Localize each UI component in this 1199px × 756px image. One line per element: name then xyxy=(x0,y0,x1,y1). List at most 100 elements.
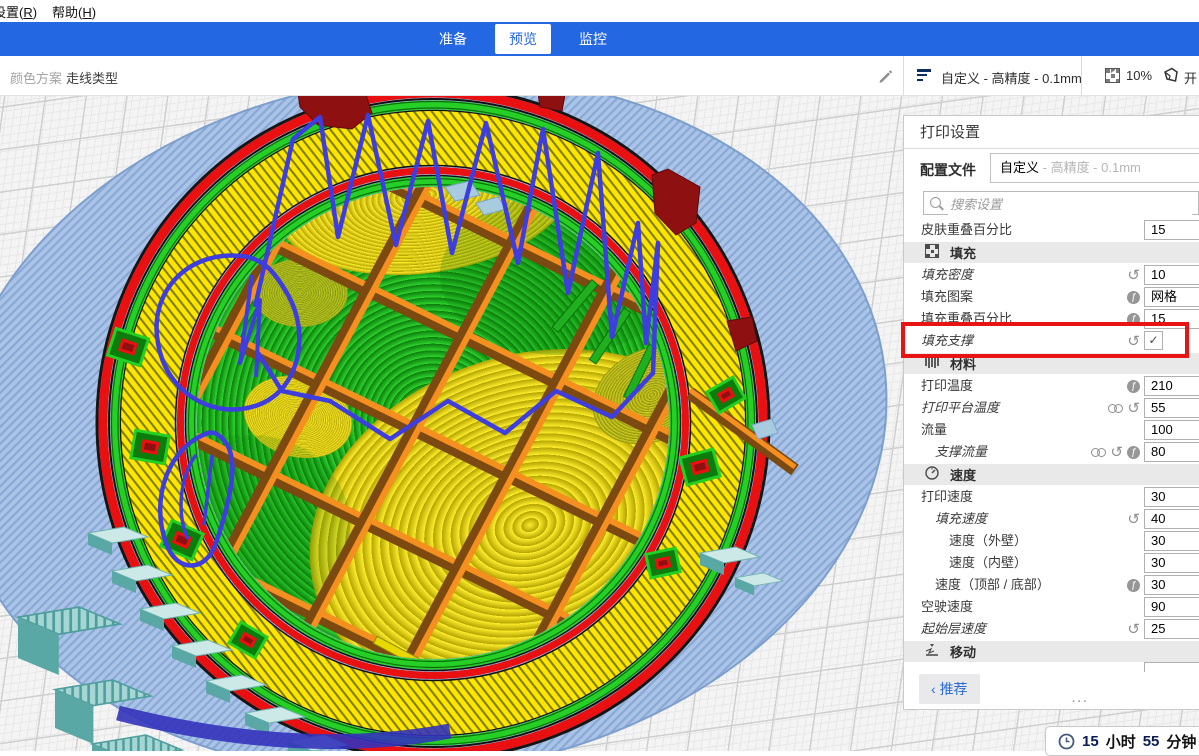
menu-settings[interactable]: 设置(R) xyxy=(0,2,37,21)
setting-value-dropdown[interactable]: 网格 xyxy=(1144,287,1199,307)
tab-preview[interactable]: 预览 xyxy=(495,24,551,54)
search-box[interactable] xyxy=(923,191,1199,215)
setting-label: 速度（内壁） xyxy=(949,552,1027,574)
setting-value[interactable]: 25 xyxy=(1144,619,1199,639)
partial-setting-box xyxy=(1144,662,1199,672)
reset-icon[interactable]: ↺ xyxy=(1127,401,1140,416)
profile-dropdown[interactable]: 自定义 - 高精度 - 0.1mm xyxy=(990,153,1199,183)
panel-title: 打印设置 xyxy=(904,116,1199,149)
chevron-left-icon: ‹ xyxy=(931,681,936,697)
recommended-mode-button[interactable]: ‹ 推荐 xyxy=(919,674,980,704)
infill-percent-value[interactable]: 10% xyxy=(1126,68,1152,83)
infill-density-icon xyxy=(1105,68,1120,88)
print-settings-panel: 打印设置 配置文件 自定义 - 高精度 - 0.1mm 皮肤重叠百分比 15 填… xyxy=(903,115,1199,710)
travel-icon xyxy=(925,643,939,660)
setting-row-topbottom-speed[interactable]: 速度（顶部 / 底部） ƒ 30 xyxy=(904,574,1199,596)
formula-icon: ƒ xyxy=(1127,291,1140,304)
setting-row-infill-speed[interactable]: 填充速度 ↺ 40 xyxy=(904,508,1199,530)
setting-label: 空驶速度 xyxy=(921,596,973,618)
setting-row-infill-density[interactable]: 填充密度 ↺ 10 xyxy=(904,264,1199,286)
time-hours-unit: 小时 xyxy=(1106,731,1136,752)
view-toolbar: 颜色方案 走线类型 自定义 - 高精度 - 0.1mm 10% 开 xyxy=(0,56,1199,96)
setting-value[interactable]: 80 xyxy=(1144,442,1199,462)
line-type-dropdown[interactable]: 走线类型 xyxy=(66,68,118,87)
setting-value[interactable]: 30 xyxy=(1144,531,1199,551)
settings-list: 皮肤重叠百分比 15 填充 填充密度 ↺ 10 填充图案 ƒ 网格 填充重叠百分… xyxy=(904,219,1199,663)
setting-value[interactable]: 40 xyxy=(1144,509,1199,529)
profile-label: 配置文件 xyxy=(920,160,976,180)
setting-value[interactable]: 210 xyxy=(1144,376,1199,396)
stage-tabs: 准备 预览 监控 xyxy=(425,22,621,56)
section-label: 填充 xyxy=(950,243,976,262)
infill-icon xyxy=(925,244,939,261)
reset-icon[interactable]: ↺ xyxy=(1127,622,1140,637)
setting-label: 流量 xyxy=(921,419,947,441)
setting-value[interactable]: 30 xyxy=(1144,553,1199,573)
setting-label: 皮肤重叠百分比 xyxy=(921,219,1012,241)
speed-icon xyxy=(925,466,939,483)
profile-detail: - 高精度 - 0.1mm xyxy=(1039,160,1141,175)
stage-bar: 准备 预览 监控 xyxy=(0,22,1199,56)
section-header-travel[interactable]: 移动 xyxy=(904,641,1199,662)
setting-row-skin-overlap[interactable]: 皮肤重叠百分比 15 xyxy=(904,219,1199,241)
profile-sliders-icon xyxy=(917,69,931,83)
setting-value[interactable]: 10 xyxy=(1144,265,1199,285)
reset-icon[interactable]: ↺ xyxy=(1127,268,1140,283)
setting-value[interactable]: 15 xyxy=(1144,220,1199,240)
toolbar-divider xyxy=(903,56,904,95)
setting-label: 速度（外壁） xyxy=(949,530,1027,552)
section-header-infill[interactable]: 填充 xyxy=(904,242,1199,263)
setting-row-inner-wall-speed[interactable]: 速度（内壁） 30 xyxy=(904,552,1199,574)
link-icon xyxy=(1091,447,1106,457)
setting-row-print-temp[interactable]: 打印温度 ƒ 210 xyxy=(904,375,1199,397)
highlight-annotation xyxy=(901,322,1189,358)
section-header-speed[interactable]: 速度 xyxy=(904,464,1199,485)
setting-row-initial-layer-speed[interactable]: 起始层速度 ↺ 25 xyxy=(904,618,1199,640)
profile-name: 自定义 xyxy=(1000,160,1039,175)
setting-value[interactable]: 30 xyxy=(1144,487,1199,507)
setting-value[interactable]: 90 xyxy=(1144,597,1199,617)
setting-value[interactable]: 55 xyxy=(1144,398,1199,418)
print-time-estimate[interactable]: 15 小时 55 分钟 xyxy=(1045,726,1199,756)
formula-icon: ƒ xyxy=(1127,380,1140,393)
setting-label: 填充图案 xyxy=(921,286,973,308)
time-minutes: 55 xyxy=(1143,733,1160,750)
setting-label: 打印速度 xyxy=(921,486,973,508)
setting-label: 速度（顶部 / 底部） xyxy=(935,574,1050,596)
link-icon xyxy=(1108,403,1123,413)
search-icon xyxy=(930,197,941,208)
formula-icon: ƒ xyxy=(1127,446,1140,459)
search-input[interactable] xyxy=(948,193,1192,215)
support-state-value[interactable]: 开 xyxy=(1184,68,1197,87)
setting-label: 打印平台温度 xyxy=(921,397,999,419)
support-icon xyxy=(1163,67,1179,88)
color-scheme-label[interactable]: 颜色方案 xyxy=(10,68,62,87)
setting-label: 起始层速度 xyxy=(921,618,986,640)
setting-row-infill-pattern[interactable]: 填充图案 ƒ 网格 xyxy=(904,286,1199,308)
setting-label: 打印温度 xyxy=(921,375,973,397)
time-minutes-unit: 分钟 xyxy=(1166,731,1196,752)
time-hours: 15 xyxy=(1082,733,1099,750)
pencil-icon[interactable] xyxy=(878,68,893,88)
formula-icon: ƒ xyxy=(1127,579,1140,592)
setting-row-flow[interactable]: 流量 100 xyxy=(904,419,1199,441)
profile-summary[interactable]: 自定义 - 高精度 - 0.1mm xyxy=(941,68,1082,87)
tab-prepare[interactable]: 准备 xyxy=(425,24,481,54)
reset-icon[interactable]: ↺ xyxy=(1110,445,1123,460)
setting-label: 填充密度 xyxy=(921,264,973,286)
setting-row-travel-speed[interactable]: 空驶速度 90 xyxy=(904,596,1199,618)
setting-row-support-flow[interactable]: 支撑流量 ↺ƒ 80 xyxy=(904,441,1199,463)
panel-resize-handle[interactable]: ··· xyxy=(1072,696,1089,708)
reset-icon[interactable]: ↺ xyxy=(1127,512,1140,527)
setting-row-bed-temp[interactable]: 打印平台温度 ↺ 55 xyxy=(904,397,1199,419)
toolbar-divider xyxy=(1081,56,1082,95)
section-label: 速度 xyxy=(950,465,976,484)
setting-row-print-speed[interactable]: 打印速度 30 xyxy=(904,486,1199,508)
tab-monitor[interactable]: 监控 xyxy=(565,24,621,54)
setting-value[interactable]: 100 xyxy=(1144,420,1199,440)
menu-help[interactable]: 帮助(H) xyxy=(52,2,96,21)
setting-value[interactable]: 30 xyxy=(1144,575,1199,595)
setting-row-outer-wall-speed[interactable]: 速度（外壁） 30 xyxy=(904,530,1199,552)
setting-label: 填充速度 xyxy=(935,508,987,530)
menu-bar: 设置(R) 帮助(H) xyxy=(0,0,1199,22)
